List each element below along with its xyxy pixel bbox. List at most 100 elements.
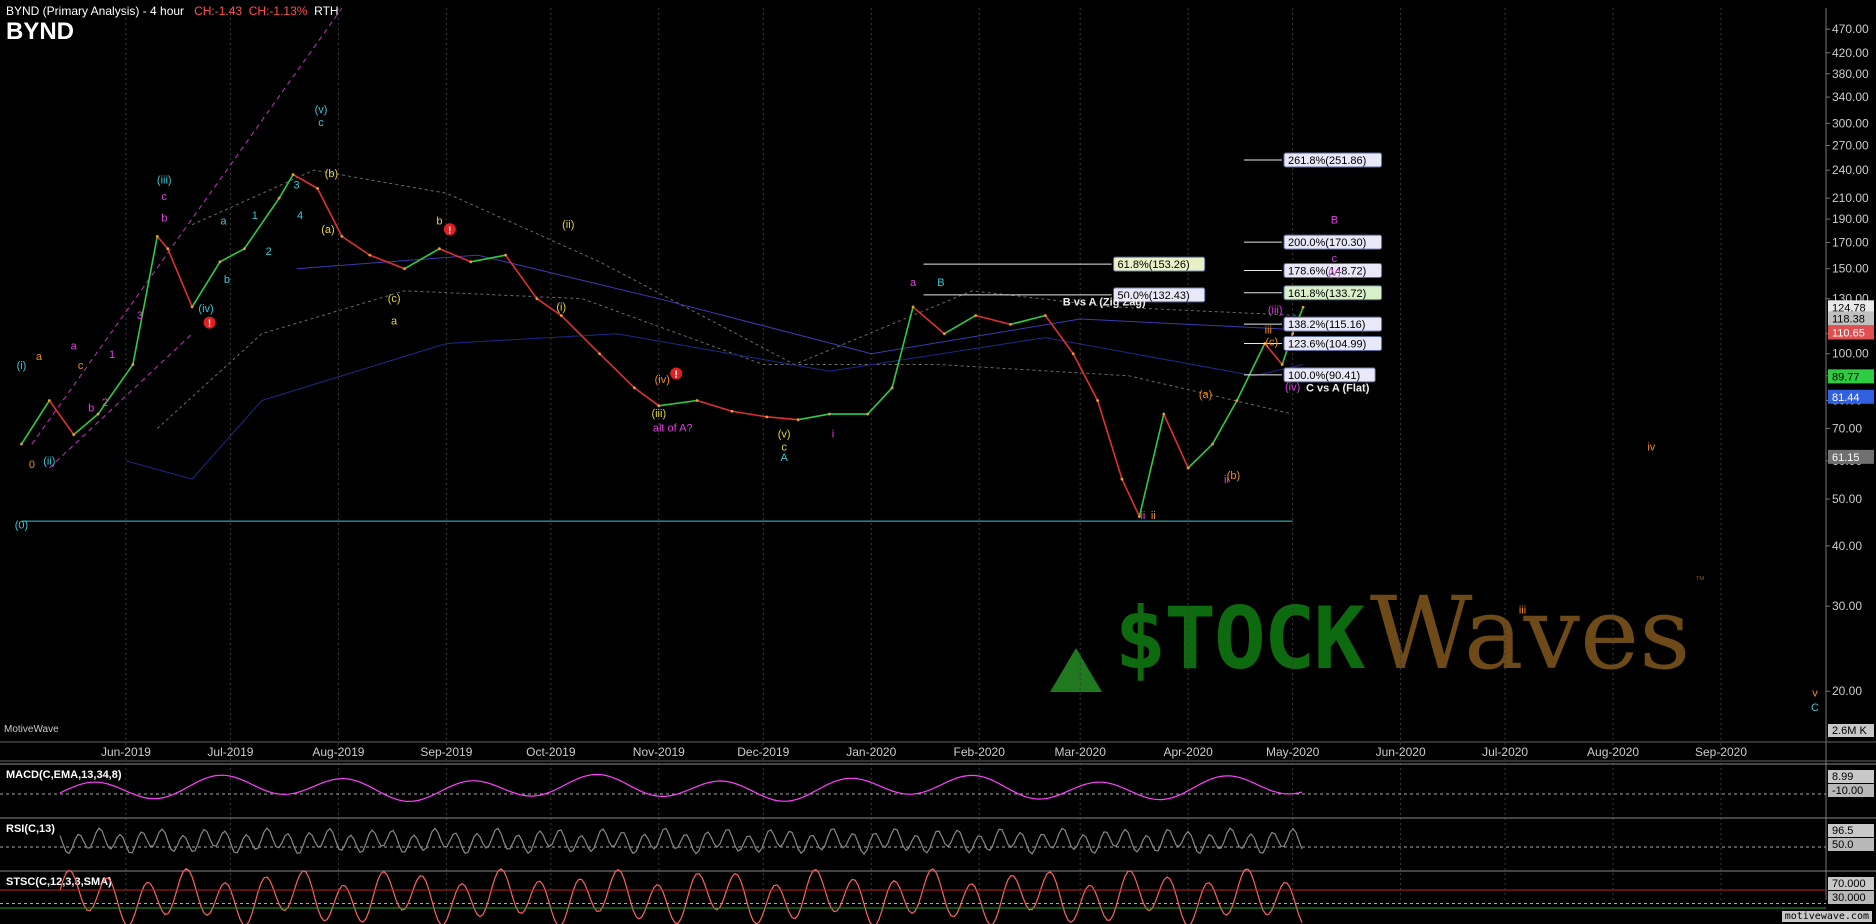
wave-label: (0) [15,519,28,531]
price-segment [369,254,405,270]
price-point [1186,466,1190,470]
x-tick-label: May-2020 [1266,745,1320,759]
price-segment [156,235,169,250]
alert-icon-mark: ! [448,225,451,236]
price-segment [797,413,830,421]
x-tick-label: Sep-2020 [1695,745,1747,759]
price-point [695,399,699,402]
fib-level-label: 178.6%(148.72) [1288,265,1366,277]
y-tick-label: 150.00 [1832,262,1869,276]
price-segment [536,298,562,317]
wave-label: c [78,360,84,372]
indicator-band [296,254,1304,355]
price-point [598,352,601,356]
fib-level-label: 100.0%(90.41) [1288,370,1360,382]
price-point [866,412,870,416]
wave-label: a [910,277,917,289]
wave-label: c [318,117,324,129]
fib-note: C vs A (Flat) [1306,383,1370,395]
fib-level-label: 50.0%(132.43) [1118,290,1190,302]
price-point [242,247,246,251]
wave-label: a [391,315,398,327]
wave-label: C [1811,702,1819,714]
fib-level-box [1283,262,1383,278]
wave-label: (b) [325,168,338,180]
fib-level-box [1283,367,1376,383]
wave-label: a [36,351,43,363]
panel-title: MACD(C,EMA,13,34,8) [6,769,122,781]
wave-label: 2 [102,397,108,409]
price-segment [658,399,698,407]
wave-label: (ii) [43,455,55,467]
wave-label: ii [1224,474,1229,486]
price-segment [48,400,75,436]
x-tick-label: Nov-2019 [633,745,685,759]
price-point [291,173,295,176]
price-chart[interactable]: 261.8%(251.86) 200.0%(170.30) 178.6%(148.7… [0,0,1876,924]
wave-label: (iii) [157,175,172,187]
x-tick-label: Aug-2020 [1587,745,1639,759]
price-point [1009,323,1012,326]
price-point [1138,515,1141,518]
price-point [1120,477,1124,481]
wave-label: B [937,277,944,289]
price-segment [943,314,977,335]
price-segment [1211,400,1238,445]
indicator-trace [59,827,1303,855]
wave-label: (iv) [1285,381,1300,393]
price-point [403,267,406,271]
indicator-panels: MACD(C,EMA,13,34,8) 8.99 -10.00 RSI(C,13) 96… [0,763,1876,924]
price-point [828,412,831,416]
wave-label: 4 [297,210,303,222]
fib-level-box [1113,287,1206,303]
price-segment [1121,478,1141,517]
symbol-label: BYND [6,18,75,45]
panel-tag-label: 8.99 [1832,771,1853,783]
wave-label: (iii) [1268,305,1283,317]
price-segment [316,188,343,237]
panel-tag [1828,877,1874,890]
trend-channel-line [49,333,193,469]
fib-level-label: 200.0%(170.30) [1288,237,1366,249]
price-point [504,253,507,257]
wave-label: (ii) [562,219,574,231]
axis-layer: Jun-2019 Jul-2019 Aug-2019 Sep-2019 Oct-2019… [0,8,1876,900]
y-tick-label: 300.00 [1832,116,1869,130]
y-tick-label: 70.00 [1832,422,1862,436]
price-point [340,234,344,238]
watermark-waves: Waves [1369,575,1691,692]
panel-title: STSC(C,12,3,3,SMA) [6,876,112,888]
price-point [20,442,23,446]
y-tick-label: 380.00 [1832,67,1869,81]
price-segment [1264,342,1283,365]
alert-icon [670,367,683,380]
price-segment [560,314,601,355]
fib-level-label: 123.6%(104.99) [1288,339,1366,351]
price-point [131,363,135,366]
price-segment [1044,315,1074,355]
price-tag [1828,449,1874,464]
fib-level-label: 261.8%(251.86) [1288,155,1366,167]
wave-label: (a) [321,224,334,236]
fib-level-box [1283,152,1383,168]
panel-title: RSI(C,13) [6,823,55,835]
price-segment [975,314,1011,326]
wave-label: (iv) [655,374,670,386]
price-segment [1291,306,1304,335]
price-point [1263,342,1267,345]
price-point [765,415,769,419]
price-point [190,305,194,309]
alert-icon-mark: ! [208,319,211,330]
price-segment [292,173,318,190]
price-segment [912,306,945,335]
price-point [942,332,946,336]
y-tick-label: 340.00 [1832,90,1869,104]
y-tick-label: 20.00 [1832,684,1862,698]
wave-label: (c) [388,293,401,305]
price-segment [1187,443,1214,469]
wave-label: (a) [1199,389,1212,401]
wave-label: (b) [1227,470,1240,482]
indicator-band [191,169,1300,366]
x-tick-label: Feb-2020 [954,745,1006,759]
indicator-trace [59,868,1303,924]
